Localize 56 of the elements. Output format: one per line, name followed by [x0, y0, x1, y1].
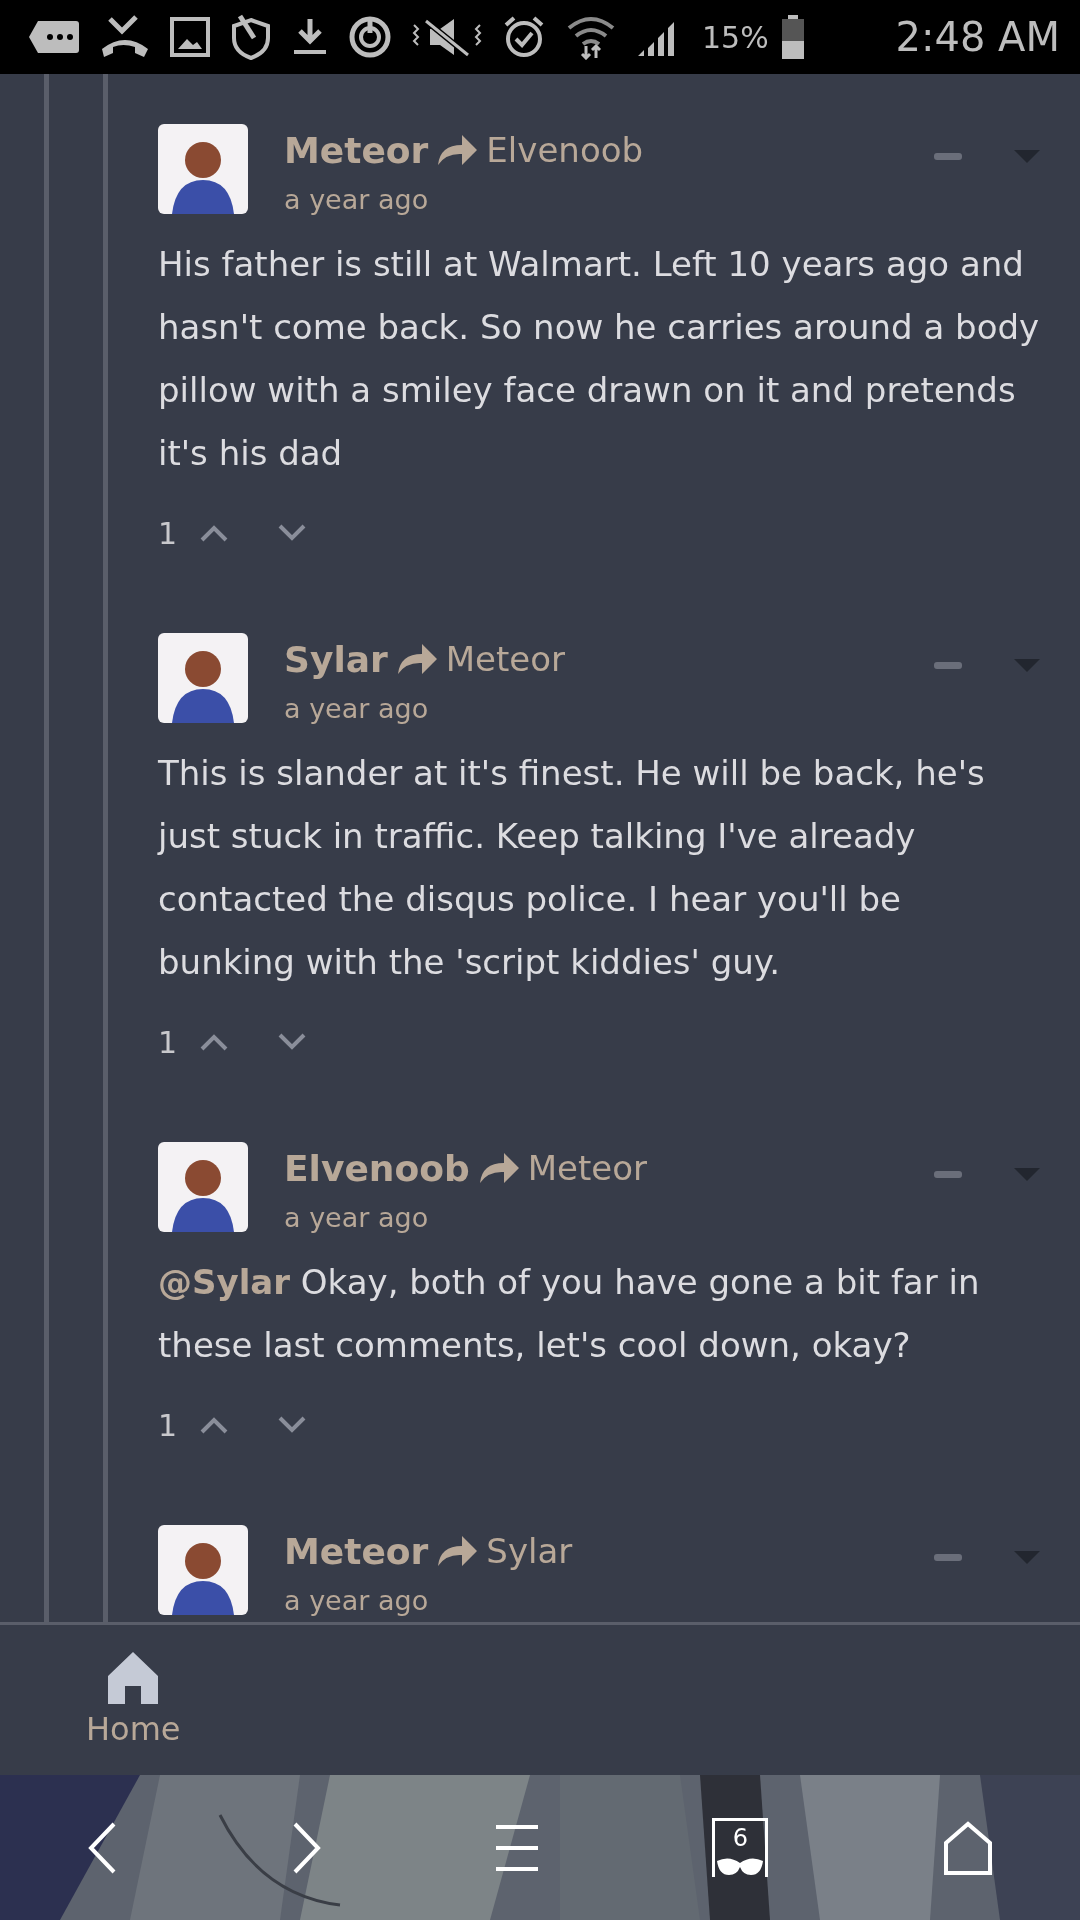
collapse-icon[interactable] [934, 1554, 962, 1562]
reply-to-name[interactable]: Meteor [445, 639, 566, 679]
mask-icon [715, 1857, 766, 1877]
reply-to-name[interactable]: Meteor [527, 1148, 647, 1188]
tabs-button[interactable]: 6 [712, 1818, 769, 1877]
message-icon [28, 19, 80, 55]
alarm-icon [502, 15, 546, 59]
clock: 2:48 AM [895, 14, 1060, 60]
sync-icon [348, 15, 392, 59]
downvote-icon[interactable] [277, 1033, 308, 1051]
home-icon[interactable] [942, 1820, 993, 1875]
vote-count: 1 [158, 1024, 178, 1060]
missed-call-icon [100, 15, 150, 59]
battery-percentage: 15% [702, 19, 769, 55]
download-icon [292, 17, 328, 57]
upvote-icon[interactable] [199, 524, 230, 542]
author-name[interactable]: Meteor [284, 129, 429, 171]
forward-icon[interactable] [291, 1821, 322, 1874]
comment-text: This is slander at it's finest. He will be back, he's just stuck in traffic. Keep talking I've already contacted the disqus police. I hear you'll be bunking with the 'script kiddies' guy. [158, 752, 986, 984]
wifi-icon [566, 14, 616, 60]
author-name[interactable]: Elvenoob [284, 1147, 470, 1189]
vote-count: 1 [158, 1407, 178, 1443]
vote-count: 1 [158, 515, 178, 551]
avatar[interactable] [158, 1525, 248, 1615]
comment-text: His father is still at Walmart. Left 10 years ago and hasn't come back. So now he carries around a body pillow with a smiley face drawn on it and pretends it's his dad [158, 243, 1040, 475]
upvote-icon[interactable] [199, 1033, 230, 1051]
reply-arrow-icon [436, 133, 479, 167]
home-icon [108, 1652, 159, 1704]
shield-icon [230, 14, 272, 60]
reply-arrow-icon [395, 642, 438, 676]
avatar[interactable] [158, 124, 248, 214]
downvote-icon[interactable] [277, 524, 308, 542]
reply-to-name[interactable]: Sylar [486, 1531, 573, 1571]
mute-vibrate-icon [412, 17, 482, 57]
downvote-icon[interactable] [277, 1416, 308, 1434]
image-icon [170, 17, 210, 57]
avatar[interactable] [158, 1142, 248, 1232]
reply-to-name[interactable]: Elvenoob [486, 130, 644, 170]
reply-arrow-icon [477, 1151, 520, 1185]
back-icon[interactable] [87, 1821, 118, 1874]
upvote-icon[interactable] [199, 1416, 230, 1434]
battery-icon [780, 15, 805, 59]
home-tab[interactable]: Home [86, 1652, 181, 1748]
menu-icon[interactable] [495, 1823, 538, 1872]
author-name[interactable]: Meteor [284, 1530, 429, 1572]
collapse-icon[interactable] [934, 1171, 962, 1179]
author-name[interactable]: Sylar [284, 638, 388, 680]
timestamp[interactable]: a year ago [284, 184, 429, 215]
avatar[interactable] [158, 633, 248, 723]
collapse-icon[interactable] [934, 662, 962, 670]
timestamp[interactable]: a year ago [284, 693, 429, 724]
timestamp[interactable]: a year ago [284, 1202, 429, 1233]
timestamp[interactable]: a year ago [284, 1585, 429, 1616]
collapse-icon[interactable] [934, 153, 962, 161]
comment-text: @Sylar Okay, both of you have gone a bit far in these last comments, let's cool down, okay? [158, 1261, 981, 1367]
reply-arrow-icon [436, 1534, 479, 1568]
